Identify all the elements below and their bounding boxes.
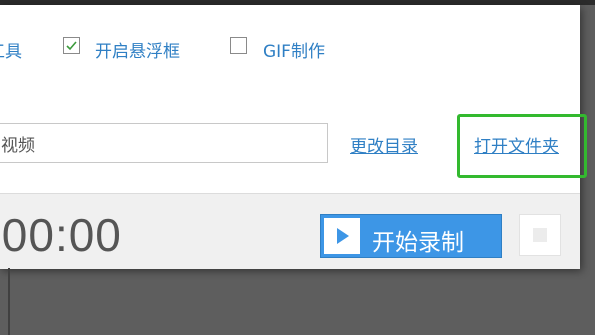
gif-label[interactable]: GIF制作 — [263, 37, 325, 62]
tools-option-label[interactable]: 工具 — [0, 37, 22, 62]
float-window-label[interactable]: 开启悬浮框 — [95, 37, 180, 62]
recording-timer: :00:00 — [0, 209, 122, 261]
play-icon — [324, 218, 360, 254]
float-window-checkbox[interactable] — [63, 37, 80, 54]
open-folder-link[interactable]: 打开文件夹 — [474, 132, 559, 157]
gif-checkbox[interactable] — [230, 37, 247, 54]
start-recording-button[interactable]: 开始录制 — [320, 214, 502, 258]
recording-bar: :00:00 开始录制 — [0, 193, 580, 269]
background-divider — [8, 268, 10, 335]
start-recording-label: 开始录制 — [372, 230, 464, 256]
save-path-input[interactable] — [0, 123, 328, 163]
checkmark-icon — [66, 41, 77, 51]
stop-icon — [533, 228, 547, 242]
recorder-panel: 工具 开启悬浮框 GIF制作 更改目录 打开文件夹 :00:00 开始录制 — [0, 5, 587, 269]
stop-button[interactable] — [519, 214, 561, 256]
options-row: 工具 开启悬浮框 GIF制作 — [0, 35, 400, 62]
change-directory-link[interactable]: 更改目录 — [350, 132, 418, 157]
